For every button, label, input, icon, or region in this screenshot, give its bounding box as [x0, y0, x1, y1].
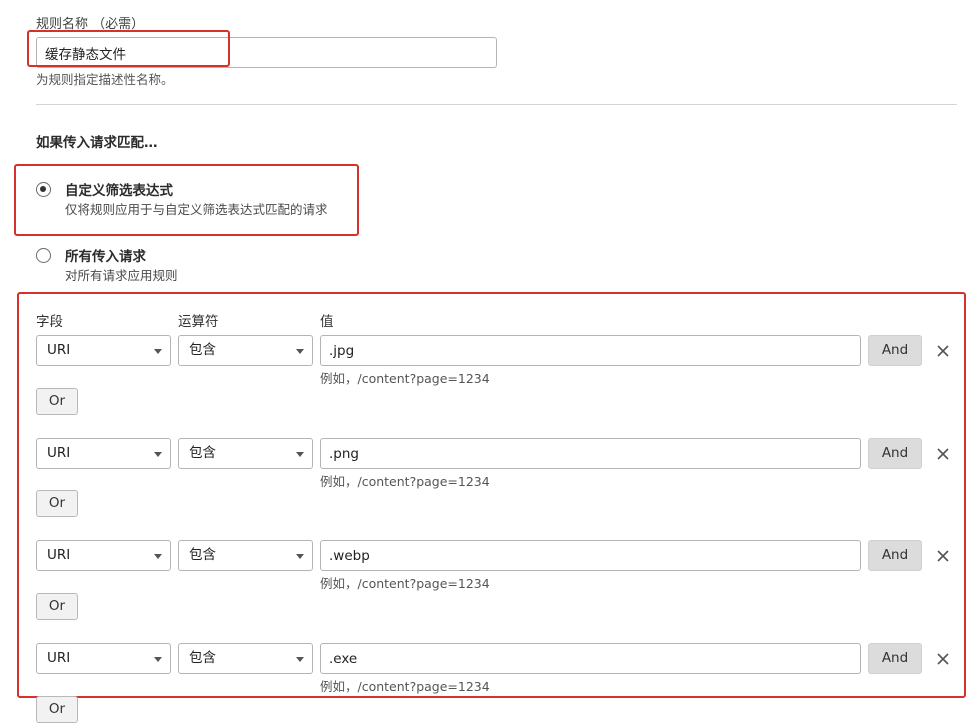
section-divider	[36, 104, 957, 105]
close-icon[interactable]	[935, 446, 951, 462]
value-example-hint: 例如，/content?page=1234	[320, 576, 490, 591]
operator-select-value: 包含	[189, 650, 216, 666]
value-input[interactable]	[320, 643, 861, 674]
field-select-value: URI	[47, 342, 71, 358]
value-example-hint: 例如，/content?page=1234	[320, 679, 490, 694]
or-button[interactable]: Or	[36, 388, 78, 415]
radio-all-requests-desc: 对所有请求应用规则	[65, 268, 178, 283]
chevron-down-icon	[296, 349, 304, 354]
value-example-hint: 例如，/content?page=1234	[320, 474, 490, 489]
field-select-value: URI	[47, 445, 71, 461]
chevron-down-icon	[154, 452, 162, 457]
field-select[interactable]: URI	[36, 335, 171, 366]
and-button[interactable]: And	[868, 438, 922, 469]
column-label-value: 值	[320, 314, 334, 330]
field-select[interactable]: URI	[36, 540, 171, 571]
field-select[interactable]: URI	[36, 438, 171, 469]
and-button[interactable]: And	[868, 540, 922, 571]
operator-select-value: 包含	[189, 342, 216, 358]
chevron-down-icon	[154, 657, 162, 662]
operator-select[interactable]: 包含	[178, 438, 313, 469]
chevron-down-icon	[154, 349, 162, 354]
field-select[interactable]: URI	[36, 643, 171, 674]
close-icon[interactable]	[935, 343, 951, 359]
operator-select-value: 包含	[189, 547, 216, 563]
highlight-custom-filter	[14, 164, 359, 236]
or-button[interactable]: Or	[36, 593, 78, 620]
radio-all-requests[interactable]	[36, 248, 51, 263]
chevron-down-icon	[296, 554, 304, 559]
field-select-value: URI	[47, 547, 71, 563]
operator-select[interactable]: 包含	[178, 540, 313, 571]
radio-all-requests-title: 所有传入请求	[65, 249, 146, 265]
column-label-field: 字段	[36, 314, 63, 330]
value-example-hint: 例如，/content?page=1234	[320, 371, 490, 386]
match-heading: 如果传入请求匹配…	[36, 135, 158, 151]
field-select-value: URI	[47, 650, 71, 666]
highlight-rule-name	[27, 30, 230, 67]
operator-select[interactable]: 包含	[178, 335, 313, 366]
operator-select-value: 包含	[189, 445, 216, 461]
or-button[interactable]: Or	[36, 490, 78, 517]
close-icon[interactable]	[935, 651, 951, 667]
value-input[interactable]	[320, 335, 861, 366]
value-input[interactable]	[320, 540, 861, 571]
chevron-down-icon	[154, 554, 162, 559]
rule-name-help: 为规则指定描述性名称。	[36, 72, 174, 87]
column-label-operator: 运算符	[178, 314, 219, 330]
and-button[interactable]: And	[868, 335, 922, 366]
close-icon[interactable]	[935, 548, 951, 564]
operator-select[interactable]: 包含	[178, 643, 313, 674]
value-input[interactable]	[320, 438, 861, 469]
or-button[interactable]: Or	[36, 696, 78, 723]
and-button[interactable]: And	[868, 643, 922, 674]
chevron-down-icon	[296, 452, 304, 457]
chevron-down-icon	[296, 657, 304, 662]
